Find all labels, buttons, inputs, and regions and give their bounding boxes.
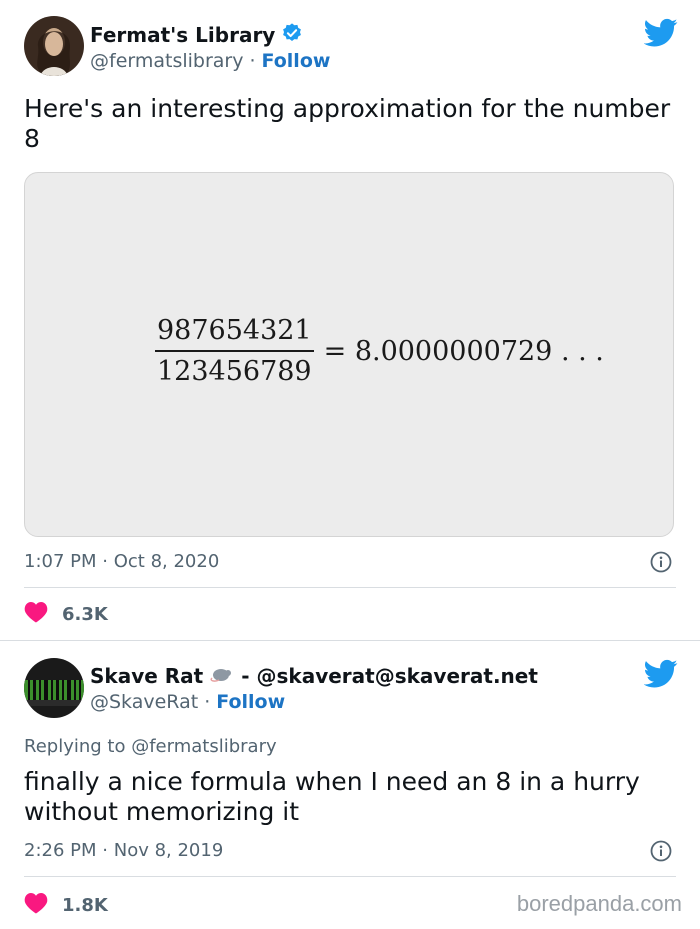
replying-prefix: Replying to (24, 736, 126, 757)
info-icon[interactable] (650, 551, 672, 573)
author-handle[interactable]: @fermatslibrary (90, 50, 243, 72)
twitter-bird-icon[interactable] (643, 659, 678, 693)
like-count: 1.8K (62, 895, 108, 916)
formula: 987654321 123456789 = 8.0000000729 . . . (155, 315, 604, 387)
reply-follow-button[interactable]: Follow (216, 691, 285, 713)
tweet-time: 2:26 PM (24, 840, 97, 861)
author-name-row: Fermat's Library (90, 23, 303, 47)
tweet-date: Oct 8, 2020 (113, 551, 220, 572)
fraction: 987654321 123456789 (155, 315, 314, 387)
tweet-text: Here's an interesting approximation for … (24, 94, 671, 153)
replying-to-handle-link[interactable]: @fermatslibrary (131, 736, 276, 757)
heart-icon (24, 601, 48, 628)
reply-author-name[interactable]: Skave Rat (90, 664, 203, 688)
fraction-bar (155, 350, 314, 352)
info-icon[interactable] (650, 840, 672, 862)
tweet-media-image[interactable]: 987654321 123456789 = 8.0000000729 . . . (24, 172, 674, 537)
reply-tweet-timestamp[interactable]: 2:26 PM · Nov 8, 2019 (24, 840, 223, 861)
dot-separator: · (249, 50, 256, 72)
watermark: boredpanda.com (516, 891, 682, 916)
like-count: 6.3K (62, 604, 108, 625)
reply-author-suffix: - @skaverat@skaverat.net (241, 664, 538, 688)
replying-to: Replying to @fermatslibrary (24, 736, 277, 757)
divider (24, 876, 676, 877)
author-name[interactable]: Fermat's Library (90, 23, 275, 47)
verified-badge-icon (281, 22, 303, 48)
tweet-date: Nov 8, 2019 (113, 840, 224, 861)
tweet-card: Fermat's Library @fermatslibrary · Follo… (0, 0, 700, 640)
tweet-time: 1:07 PM (24, 551, 97, 572)
follow-button[interactable]: Follow (262, 50, 331, 72)
reply-author-name-row: Skave Rat - @skaverat@skaverat.net (90, 664, 538, 688)
reply-author-avatar[interactable] (24, 658, 84, 718)
dot-separator: · (204, 691, 211, 713)
reply-tweet-text: finally a nice formula when I need an 8 … (24, 767, 640, 826)
tweet-timestamp[interactable]: 1:07 PM · Oct 8, 2020 (24, 551, 219, 572)
dot-separator: · (102, 551, 108, 572)
fraction-denominator: 123456789 (157, 356, 312, 387)
divider (24, 587, 676, 588)
fraction-numerator: 987654321 (157, 315, 312, 346)
heart-icon (24, 892, 48, 919)
formula-result: = 8.0000000729 . . . (323, 335, 604, 367)
author-avatar[interactable] (24, 16, 84, 76)
like-button[interactable]: 6.3K (24, 601, 108, 628)
rat-icon (209, 665, 235, 687)
author-handle-row: @fermatslibrary · Follow (90, 49, 330, 73)
reply-author-handle[interactable]: @SkaveRat (90, 691, 198, 713)
reply-author-handle-row: @SkaveRat · Follow (90, 690, 285, 714)
dot-separator: · (102, 840, 108, 861)
reply-like-button[interactable]: 1.8K (24, 892, 108, 919)
twitter-bird-icon[interactable] (643, 18, 678, 52)
